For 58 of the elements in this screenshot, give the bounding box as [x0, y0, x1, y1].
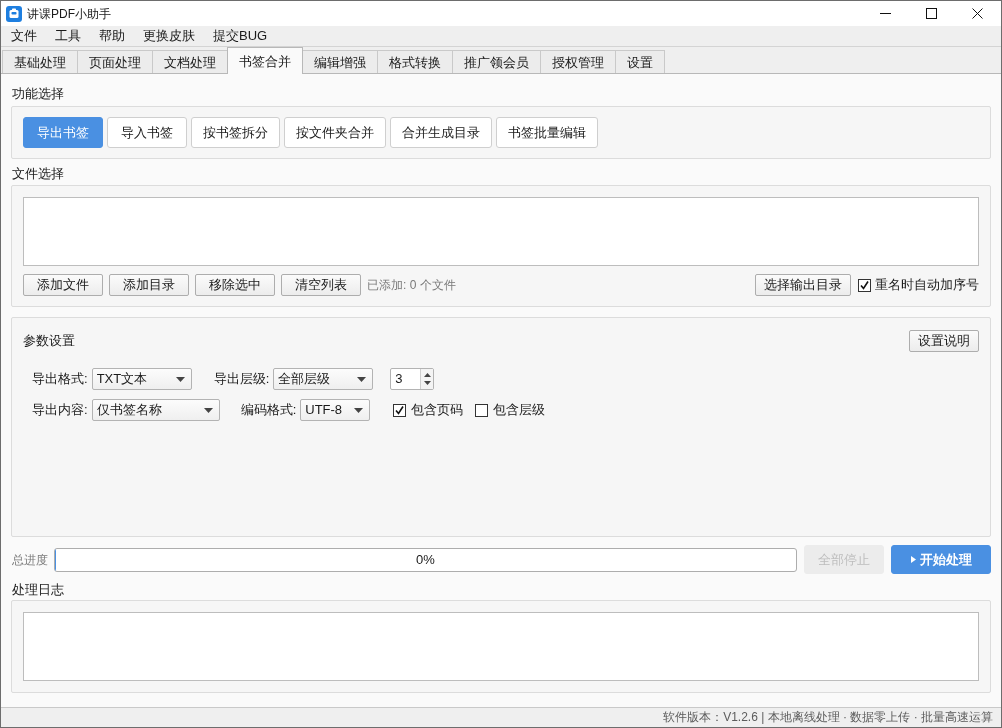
play-icon — [910, 556, 916, 563]
output-folder-button[interactable]: 选择输出目录 — [755, 274, 851, 296]
window-title: 讲课PDF小助手 — [27, 5, 111, 23]
menu-item[interactable]: 文件 — [11, 26, 37, 46]
progress-label: 总进度 — [12, 551, 48, 569]
caret-icon — [175, 376, 185, 382]
checkbox[interactable] — [475, 403, 489, 417]
down-arrow-icon[interactable] — [423, 381, 431, 385]
maximize-icon[interactable] — [926, 8, 937, 19]
checkbox[interactable] — [393, 403, 407, 417]
field-label: 导出内容: — [32, 401, 88, 420]
tab[interactable]: 格式转换 — [377, 50, 452, 73]
dropdown[interactable]: 仅书签名称 — [91, 399, 220, 421]
tab[interactable]: 书签合并 — [227, 47, 303, 74]
help-button[interactable]: 设置说明 — [909, 330, 979, 352]
checkbox-label[interactable]: 重名时自动加序号 — [875, 275, 979, 295]
tab[interactable]: 基础处理 — [2, 50, 77, 73]
tab[interactable]: 文档处理 — [152, 50, 227, 73]
caret-icon — [203, 407, 213, 413]
function-button[interactable]: 按文件夹合并 — [284, 117, 386, 148]
menu-item[interactable]: 工具 — [55, 26, 81, 46]
menu-item[interactable]: 更换皮肤 — [143, 26, 195, 46]
tab[interactable]: 推广领会员 — [452, 50, 540, 73]
function-button[interactable]: 书签批量编辑 — [496, 117, 598, 148]
close-icon[interactable] — [972, 8, 983, 19]
dropdown[interactable]: 全部层级 — [273, 368, 374, 390]
checkbox-label[interactable]: 包含层级 — [493, 400, 546, 420]
file-button[interactable]: 清空列表 — [281, 274, 361, 296]
section-title: 参数设置 — [23, 332, 75, 351]
status-text: 软件版本：V1.2.6 | 本地离线处理 · 数据零上传 · 批量高速运算 — [663, 709, 993, 726]
field-label: 导出格式: — [32, 370, 88, 389]
section-title: 处理日志 — [12, 581, 64, 599]
field-label: 编码格式: — [240, 401, 297, 420]
dropdown[interactable]: TXT文本 — [91, 368, 192, 390]
function-button[interactable]: 按书签拆分 — [191, 117, 280, 148]
tab[interactable]: 页面处理 — [77, 50, 152, 73]
file-count-text: 已添加: 0 个文件 — [367, 277, 456, 294]
file-button[interactable]: 移除选中 — [195, 274, 275, 296]
tab[interactable]: 授权管理 — [540, 50, 615, 73]
field-label: 导出层级: — [213, 370, 270, 389]
section-title: 功能选择 — [12, 85, 64, 103]
caret-icon — [354, 407, 364, 413]
progress-reading: 0% — [416, 550, 435, 569]
number-spinbox[interactable]: 3 — [390, 368, 435, 390]
caret-icon — [357, 376, 367, 382]
dropdown[interactable]: UTF-8 — [300, 399, 371, 421]
file-button[interactable]: 添加目录 — [109, 274, 189, 296]
file-button[interactable]: 添加文件 — [23, 274, 103, 296]
menu-item[interactable]: 提交BUG — [213, 26, 268, 46]
tab[interactable]: 设置 — [615, 50, 665, 73]
section-title: 文件选择 — [12, 165, 64, 183]
checkbox[interactable] — [858, 278, 871, 292]
checkbox-label[interactable]: 包含页码 — [411, 400, 464, 420]
app-logo-icon — [6, 5, 22, 22]
up-arrow-icon[interactable] — [423, 373, 431, 377]
function-button[interactable]: 合并生成目录 — [390, 117, 492, 148]
menu-item[interactable]: 帮助 — [99, 26, 125, 46]
function-button[interactable]: 导入书签 — [107, 117, 187, 148]
